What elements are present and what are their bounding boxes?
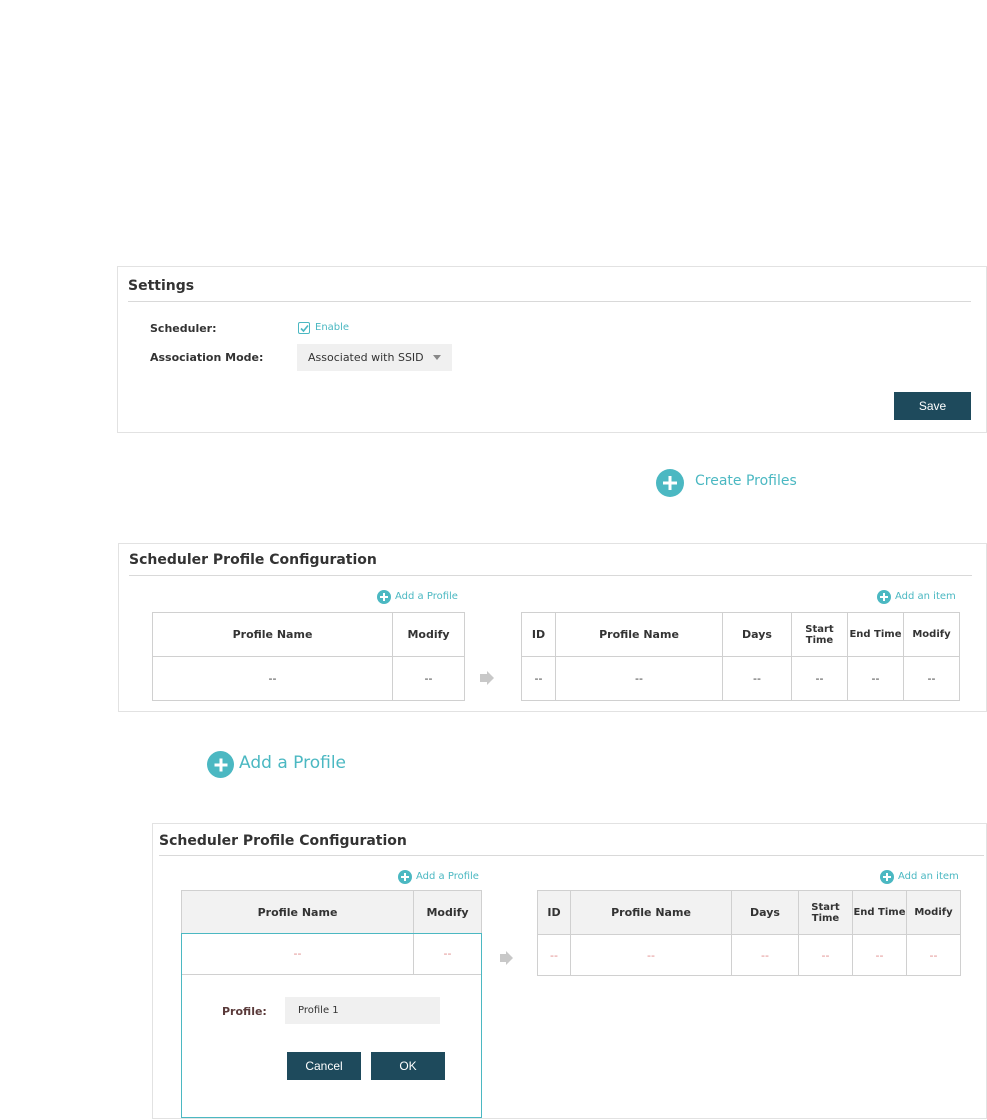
days-cell-2: -- [731, 934, 799, 976]
end-time-cell-2: -- [852, 934, 907, 976]
start-time-cell-2: -- [798, 934, 853, 976]
item-profile-name-header-2: Profile Name [570, 890, 732, 935]
start-time-header: Start Time [791, 612, 848, 657]
days-header-2: Days [731, 890, 799, 935]
cancel-button[interactable]: Cancel [287, 1052, 361, 1080]
days-cell: -- [722, 656, 792, 701]
scheduler-enable-label[interactable]: Enable [315, 322, 349, 333]
association-mode-label: Association Mode: [150, 351, 264, 364]
item-profile-name-cell-2: -- [570, 934, 732, 976]
table-row: -- -- -- -- -- -- [537, 934, 961, 976]
item-table-2: ID Profile Name Days Start Time End Time… [537, 890, 961, 976]
add-profile-callout-plus-icon [207, 751, 234, 778]
profile-name-header: Profile Name [152, 612, 393, 657]
profile-field-label: Profile: [222, 1005, 267, 1018]
add-profile-link-2[interactable]: Add a Profile [416, 871, 479, 882]
create-profiles-callout: Create Profiles [695, 473, 797, 489]
ok-button[interactable]: OK [371, 1052, 445, 1080]
add-item-plus-icon-2[interactable] [880, 870, 894, 884]
id-header-2: ID [537, 890, 571, 935]
profile-name-cell: -- [152, 656, 393, 701]
table-row: -- -- -- -- -- -- [521, 656, 960, 701]
modify-cell-2[interactable]: -- [414, 947, 481, 960]
modify-cell[interactable]: -- [392, 656, 465, 701]
arrow-right-head [487, 671, 494, 685]
item-modify-header-2: Modify [906, 890, 961, 935]
profile-table-2: Profile Name Modify [181, 890, 482, 935]
scheduler-enable-checkbox[interactable] [298, 322, 310, 334]
profile-name-header-2: Profile Name [181, 890, 414, 935]
scheduler-label: Scheduler: [150, 322, 217, 335]
profile-name-cell-2: -- [293, 947, 302, 960]
id-cell: -- [521, 656, 556, 701]
start-time-header-2: Start Time [798, 890, 853, 935]
modify-header: Modify [392, 612, 465, 657]
id-header: ID [521, 612, 556, 657]
add-profile-plus-icon[interactable] [377, 590, 391, 604]
item-table: ID Profile Name Days Start Time End Time… [521, 612, 960, 701]
days-header: Days [722, 612, 792, 657]
profile-editor: -- -- Profile: Profile 1 Cancel OK [181, 933, 482, 1118]
check-icon [300, 324, 309, 333]
arrow-right-head-2 [506, 951, 513, 965]
arrow-right-icon [480, 674, 487, 682]
add-item-plus-icon[interactable] [877, 590, 891, 604]
scheduler-config-title-2: Scheduler Profile Configuration [159, 833, 407, 849]
chevron-down-icon [433, 355, 441, 360]
profile-table: Profile Name Modify -- -- [152, 612, 465, 701]
item-profile-name-header: Profile Name [555, 612, 723, 657]
item-modify-cell-2[interactable]: -- [906, 934, 961, 976]
profile-name-input-value: Profile 1 [298, 1005, 339, 1016]
association-mode-value: Associated with SSID [308, 351, 424, 364]
add-profile-link[interactable]: Add a Profile [395, 591, 458, 602]
end-time-header: End Time [847, 612, 904, 657]
profile-name-input[interactable]: Profile 1 [285, 997, 440, 1024]
item-modify-cell[interactable]: -- [903, 656, 960, 701]
modify-header-2: Modify [413, 890, 482, 935]
id-cell-2: -- [537, 934, 571, 976]
end-time-cell: -- [847, 656, 904, 701]
association-mode-select[interactable]: Associated with SSID [297, 344, 452, 371]
add-item-link[interactable]: Add an item [895, 591, 956, 602]
table-row: -- -- [152, 656, 465, 701]
create-profiles-plus-icon [656, 469, 684, 497]
add-item-link-2[interactable]: Add an item [898, 871, 959, 882]
profile-editor-row: -- -- [182, 934, 481, 975]
scheduler-config-title: Scheduler Profile Configuration [129, 552, 377, 568]
save-button[interactable]: Save [894, 392, 971, 420]
scheduler-config-panel-editing: Scheduler Profile Configuration Add a Pr… [152, 823, 987, 1119]
item-profile-name-cell: -- [555, 656, 723, 701]
item-modify-header: Modify [903, 612, 960, 657]
settings-divider [128, 301, 971, 302]
scheduler-config-panel: Scheduler Profile Configuration Add a Pr… [118, 543, 987, 712]
scheduler-config-divider-2 [159, 855, 984, 856]
add-profile-plus-icon-2[interactable] [398, 870, 412, 884]
settings-panel: Settings Scheduler: Enable Association M… [117, 266, 987, 433]
start-time-cell: -- [791, 656, 848, 701]
settings-title: Settings [128, 278, 195, 294]
end-time-header-2: End Time [852, 890, 907, 935]
scheduler-config-divider [129, 575, 972, 576]
add-profile-callout: Add a Profile [239, 753, 346, 773]
